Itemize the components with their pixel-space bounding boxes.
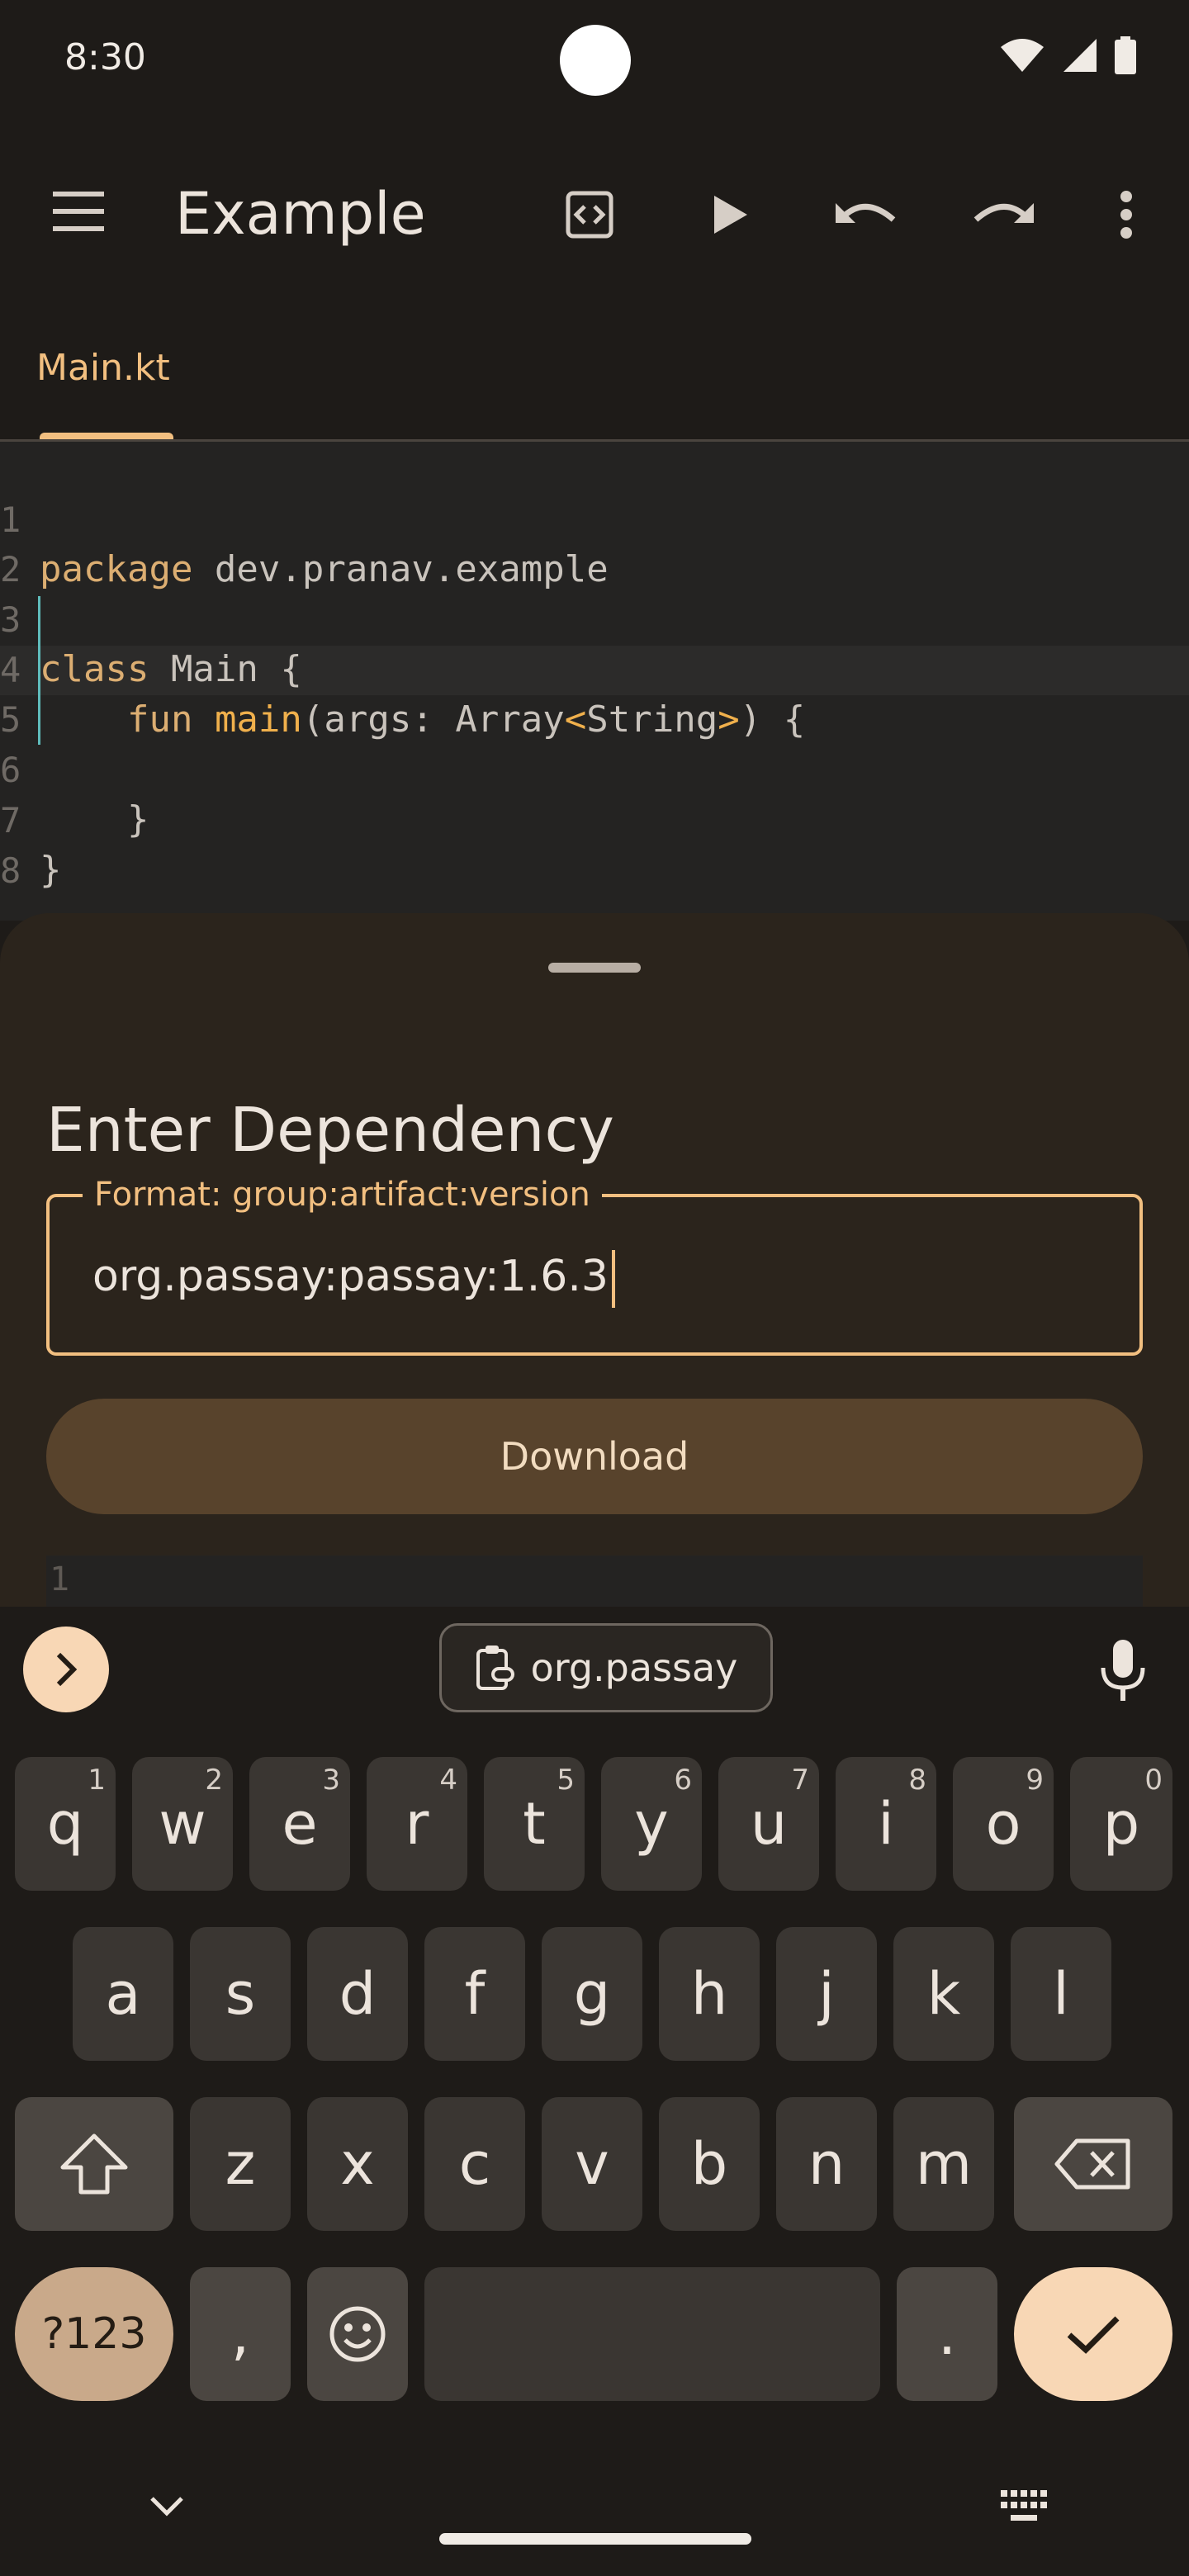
key-m[interactable]: m xyxy=(893,2097,994,2231)
redo-icon xyxy=(973,203,1034,223)
sheet-title: Enter Dependency xyxy=(46,1095,614,1166)
camera-cutout xyxy=(560,25,631,96)
dependency-input-value[interactable]: org.passay:passay:1.6.3 xyxy=(92,1250,615,1308)
battery-icon xyxy=(1115,36,1136,74)
more-vert-icon xyxy=(1120,191,1132,239)
code-line: 5 xyxy=(0,646,1189,740)
status-time: 8:30 xyxy=(64,36,146,78)
menu-icon[interactable] xyxy=(50,190,107,233)
more-options-button[interactable] xyxy=(1093,182,1159,248)
run-button[interactable] xyxy=(697,182,763,248)
key-q[interactable]: q1 xyxy=(15,1757,116,1891)
mic-icon[interactable] xyxy=(1097,1638,1149,1704)
backspace-key[interactable] xyxy=(1014,2097,1172,2231)
wifi-icon xyxy=(1001,39,1044,72)
key-d[interactable]: d xyxy=(307,1927,408,2061)
key-l[interactable]: l xyxy=(1011,1927,1111,2061)
undo-button[interactable] xyxy=(832,182,898,248)
symbols-key[interactable]: ?123 xyxy=(15,2267,173,2401)
checkmark-icon xyxy=(1067,2316,1120,2354)
key-y[interactable]: y6 xyxy=(601,1757,702,1891)
comma-key[interactable]: , xyxy=(190,2267,291,2401)
code-line: 7 } xyxy=(0,746,1189,891)
drag-handle[interactable] xyxy=(548,963,641,973)
soft-keyboard xyxy=(0,1607,1189,2576)
home-indicator[interactable] xyxy=(439,2533,751,2545)
clipboard-suggestion-chip[interactable]: org.passay xyxy=(439,1623,773,1712)
chevron-right-icon xyxy=(56,1652,78,1687)
key-x[interactable]: x xyxy=(307,2097,408,2231)
key-s[interactable]: s xyxy=(190,1927,291,2061)
key-a[interactable]: a xyxy=(73,1927,173,2061)
code-view-icon xyxy=(566,191,613,239)
shift-icon xyxy=(60,2133,128,2195)
line-number: 1 xyxy=(50,1560,70,1598)
key-v[interactable]: v xyxy=(542,2097,642,2231)
key-j[interactable]: j xyxy=(776,1927,877,2061)
code-line: 6 } xyxy=(0,696,1189,841)
key-c[interactable]: c xyxy=(424,2097,525,2231)
code-line: 8 xyxy=(0,797,1189,891)
space-key[interactable] xyxy=(424,2267,880,2401)
redo-button[interactable] xyxy=(971,182,1037,248)
hide-keyboard-icon[interactable] xyxy=(149,2490,185,2523)
key-z[interactable]: z xyxy=(190,2097,291,2231)
key-f[interactable]: f xyxy=(424,1927,525,2061)
code-line: 2 xyxy=(0,495,1189,590)
keyboard-switch-icon[interactable] xyxy=(999,2488,1049,2525)
enter-key[interactable] xyxy=(1014,2267,1172,2401)
key-n[interactable]: n xyxy=(776,2097,877,2231)
key-h[interactable]: h xyxy=(659,1927,760,2061)
status-icons xyxy=(999,36,1136,74)
app-title: Example xyxy=(175,180,426,248)
keyboard-expand-button[interactable] xyxy=(23,1627,109,1712)
code-line: 1 package dev.pranav.example xyxy=(0,446,1189,590)
key-e[interactable]: e3 xyxy=(249,1757,350,1891)
emoji-key[interactable] xyxy=(307,2267,408,2401)
download-button[interactable]: Download xyxy=(46,1399,1143,1514)
backspace-icon xyxy=(1054,2138,1130,2190)
code-line: 4 fun main(args: Array<String>) { xyxy=(0,596,1189,741)
code-line: 3 class Main { xyxy=(0,546,1189,690)
run-icon xyxy=(714,196,747,234)
clipboard-suggestion-text: org.passay xyxy=(530,1646,738,1690)
period-key[interactable]: . xyxy=(897,2267,997,2401)
dependency-input-label: Format: group:artifact:version xyxy=(83,1176,602,1214)
key-b[interactable]: b xyxy=(659,2097,760,2231)
key-g[interactable]: g xyxy=(542,1927,642,2061)
key-o[interactable]: o9 xyxy=(953,1757,1054,1891)
tab-main-kt[interactable]: Main.kt xyxy=(36,347,170,389)
key-t[interactable]: t5 xyxy=(484,1757,585,1891)
signal-icon xyxy=(1063,39,1097,72)
line-number: 8 xyxy=(0,850,21,891)
key-u[interactable]: u7 xyxy=(718,1757,819,1891)
key-p[interactable]: p0 xyxy=(1070,1757,1172,1891)
text-caret xyxy=(612,1250,615,1308)
key-r[interactable]: r4 xyxy=(367,1757,467,1891)
key-k[interactable]: k xyxy=(893,1927,994,2061)
clipboard-link-icon xyxy=(476,1646,514,1690)
key-w[interactable]: w2 xyxy=(132,1757,233,1891)
key-i[interactable]: i8 xyxy=(836,1757,936,1891)
emoji-icon xyxy=(329,2306,386,2362)
code-view-button[interactable] xyxy=(557,182,623,248)
shift-key[interactable] xyxy=(15,2097,173,2231)
undo-icon xyxy=(836,203,896,223)
